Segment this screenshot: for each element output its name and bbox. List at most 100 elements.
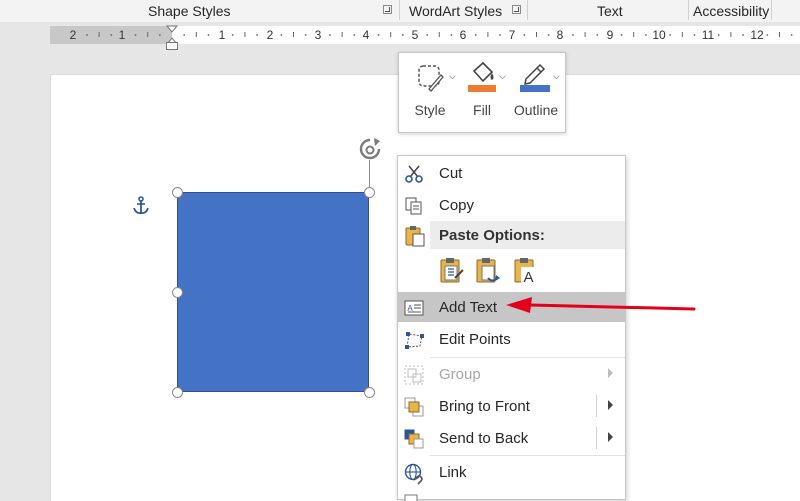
ruler-label: 12 [750, 28, 764, 42]
ruler-tick [183, 34, 186, 36]
ruler-tick [620, 34, 623, 36]
split-button-separator [596, 427, 597, 449]
ruler-tick [341, 32, 343, 37]
ribbon-group-accessibility: Accessibility [693, 3, 770, 19]
ruler-tick [293, 32, 294, 37]
send-to-back-icon [404, 429, 424, 449]
paste-options-label: Paste Options: [439, 227, 545, 244]
ruler-tick [450, 34, 453, 36]
resize-handle-bottom-right[interactable] [364, 387, 375, 398]
rotation-handle-icon[interactable] [356, 136, 384, 164]
ruler-tick [633, 32, 635, 37]
ribbon-separator [399, 0, 400, 20]
paste-clipboard-icon [405, 226, 425, 247]
pen-outline-icon [520, 63, 550, 92]
ruler-tick [596, 34, 599, 36]
ruler-tick [304, 34, 307, 36]
outline-label: Outline [513, 102, 559, 118]
selected-rectangle-shape[interactable] [177, 192, 369, 392]
shape-styles-launcher-icon[interactable] [383, 5, 392, 14]
bring-to-front-submenu-arrow-icon[interactable] [608, 400, 613, 410]
menu-item-link[interactable]: Link [398, 457, 625, 487]
ruler-label: 10 [652, 28, 666, 42]
link-label: Link [439, 464, 467, 481]
menu-item-bring-to-front[interactable]: Bring to Front [398, 391, 625, 421]
left-indent-marker-icon[interactable] [166, 42, 178, 50]
paste-keep-text-only-icon[interactable]: A [512, 256, 540, 286]
copy-label: Copy [439, 197, 475, 214]
fill-button[interactable]: ⌵ Fill [457, 53, 507, 133]
paste-picture-icon[interactable] [474, 256, 504, 286]
outline-dropdown-chevron-icon: ⌵ [553, 71, 560, 81]
first-line-indent-marker-icon[interactable] [165, 25, 179, 33]
ruler-label: 4 [363, 28, 370, 42]
menu-separator [430, 455, 625, 456]
ruler-label: 6 [460, 28, 467, 42]
add-text-icon: A [404, 300, 424, 316]
add-text-label: Add Text [439, 299, 498, 316]
ruler-tick [536, 32, 537, 37]
ruler-tick [280, 34, 283, 36]
ribbon-separator [527, 0, 528, 20]
ribbon-group-bar: Shape Styles WordArt Styles Text Accessi… [0, 0, 800, 23]
ribbon-group-shape-styles: Shape Styles [148, 3, 231, 19]
ruler-tick [766, 34, 769, 36]
style-button[interactable]: ⌵ Style [403, 53, 457, 133]
ruler-tick [742, 34, 744, 36]
ruler-tick [547, 34, 550, 36]
menu-item-copy[interactable]: Copy [398, 190, 625, 220]
ruler-tick [790, 34, 793, 36]
group-objects-icon [404, 365, 424, 385]
edit-points-label: Edit Points [439, 331, 511, 348]
menu-item-edit-points[interactable]: Edit Points [398, 324, 625, 354]
ruler-tick [86, 34, 88, 36]
bring-to-front-icon [404, 397, 424, 417]
resize-handle-middle-left[interactable] [172, 287, 183, 298]
ruler-label: 2 [70, 28, 77, 42]
horizontal-ruler[interactable]: 2 1 1 2 3 4 5 6 7 8 9 10 11 12 [0, 22, 800, 50]
ribbon-group-text: Text [597, 3, 623, 19]
resize-handle-bottom-left[interactable] [172, 387, 183, 398]
ruler-tick [669, 34, 672, 36]
annotation-red-arrow [506, 297, 696, 313]
ruler-label: 5 [412, 28, 419, 42]
context-menu: Cut Copy Paste Options: A A Add Text Edi… [397, 155, 626, 501]
menu-item-send-to-back[interactable]: Send to Back [398, 423, 625, 453]
ribbon-separator [771, 0, 772, 20]
resize-handle-top-right[interactable] [364, 187, 375, 198]
ruler-tick [779, 32, 780, 37]
ruler-tick [244, 32, 246, 37]
style-label: Style [414, 102, 446, 118]
anchor-icon[interactable] [132, 196, 150, 216]
menu-separator [430, 357, 625, 358]
ruler-tick [231, 34, 234, 36]
ruler-tick [158, 34, 161, 36]
ruler-label: 3 [315, 28, 322, 42]
ruler-tick [523, 34, 526, 36]
ruler-tick [438, 32, 440, 37]
ribbon-group-wordart-styles: WordArt Styles [409, 3, 503, 19]
link-globe-icon [404, 463, 423, 485]
ruler-tick [110, 34, 113, 36]
ruler-label: 1 [119, 28, 126, 42]
menu-item-group[interactable]: Group [398, 359, 625, 389]
mini-toolbar: ⌵ Style ⌵ Fill ⌵ Outline [398, 52, 566, 133]
group-submenu-arrow-icon [608, 368, 613, 378]
send-to-back-submenu-arrow-icon[interactable] [608, 432, 613, 442]
ruler-label: 2 [267, 28, 274, 42]
group-label: Group [439, 366, 481, 383]
wordart-styles-launcher-icon[interactable] [512, 5, 521, 14]
ruler-tick [147, 32, 149, 37]
ruler-tick [644, 34, 647, 36]
ruler-tick [329, 34, 331, 36]
ruler-tick [353, 34, 356, 36]
outline-button[interactable]: ⌵ Outline [507, 53, 565, 133]
resize-handle-top-left[interactable] [172, 187, 183, 198]
ruler-tick [717, 34, 720, 36]
cut-label: Cut [439, 165, 463, 182]
menu-item-cut[interactable]: Cut [398, 158, 625, 188]
shape-style-icon [418, 65, 444, 92]
ruler-tick [195, 32, 197, 37]
ruler-tick [426, 34, 429, 36]
paste-use-destination-theme-icon[interactable] [438, 256, 466, 286]
